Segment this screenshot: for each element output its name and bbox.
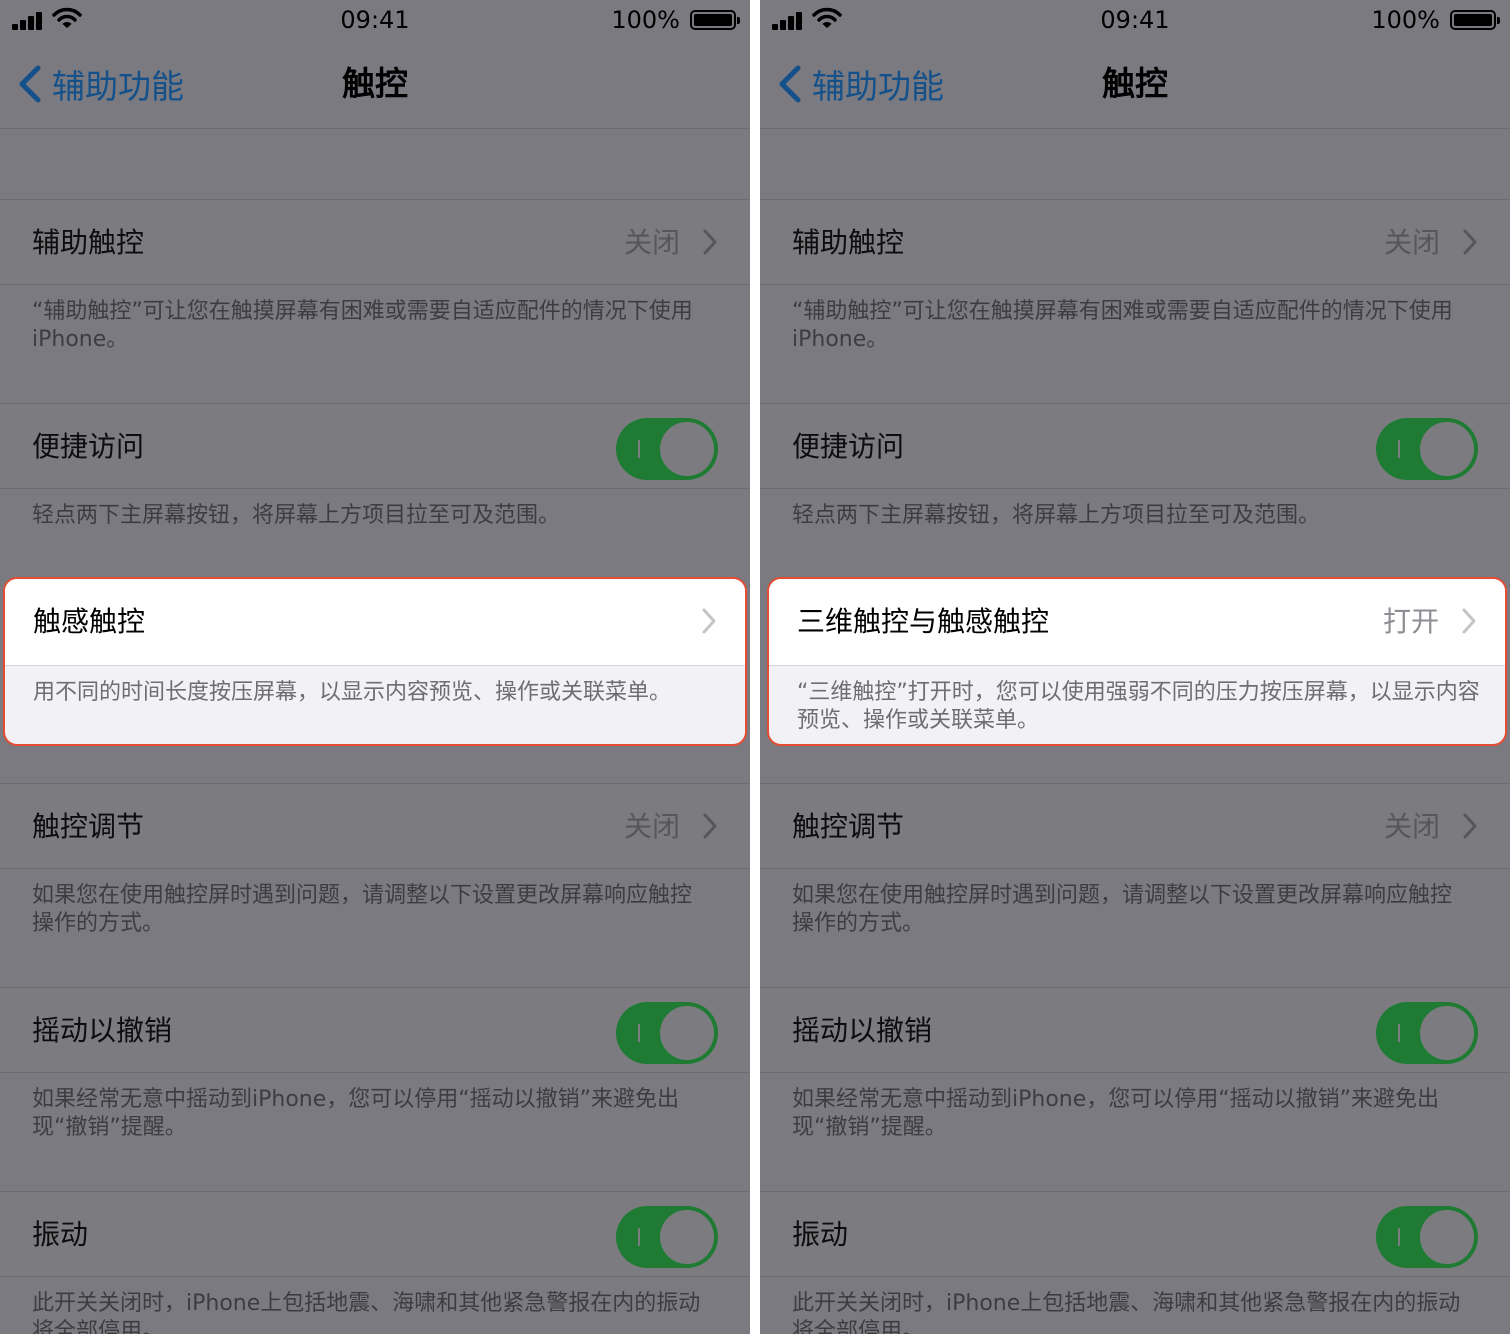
navigation-bar: 辅助功能 触控 <box>0 40 750 129</box>
shake-to-undo-footer: 如果经常无意中摇动到iPhone，您可以停用“摇动以撤销”来避免出现“撤销”提醒… <box>792 1087 1440 1140</box>
reachability-label: 便捷访问 <box>32 430 145 463</box>
vibration-label: 振动 <box>32 1218 89 1251</box>
reachability-row: 便捷访问 <box>0 403 750 489</box>
reachability-footer: 轻点两下主屏幕按钮，将屏幕上方项目拉至可及范围。 <box>32 503 561 528</box>
page-title: 触控 <box>342 64 408 103</box>
3d-touch-footer: “三维触控”打开时，您可以使用强弱不同的压力按压屏幕，以显示内容预览、操作或关联… <box>797 680 1480 733</box>
status-bar: 09:41 100% <box>760 0 1510 40</box>
vibration-row: 振动 <box>760 1191 1510 1277</box>
shake-to-undo-label: 摇动以撤销 <box>792 1014 933 1047</box>
touch-accommodations-footer: 如果您在使用触控屏时遇到问题，请调整以下设置更改屏幕响应触控操作的方式。 <box>792 883 1453 936</box>
vibration-footer: 此开关关闭时，iPhone上包括地震、海啸和其他紧急警报在内的振动将全部停用。 <box>792 1291 1461 1334</box>
battery-percentage: 100% <box>611 6 680 34</box>
touch-accommodations-value: 关闭 <box>623 810 680 843</box>
assistive-touch-footer: “辅助触控”可让您在触摸屏幕有困难或需要自适应配件的情况下使用iPhone。 <box>32 299 693 352</box>
battery-percentage: 100% <box>1371 6 1440 34</box>
assistive-touch-label: 辅助触控 <box>32 226 145 259</box>
touch-accommodations-value: 关闭 <box>1383 810 1440 843</box>
touch-accommodations-row[interactable]: 触控调节 关闭 <box>0 783 750 869</box>
assistive-touch-value: 关闭 <box>623 226 680 259</box>
reachability-row: 便捷访问 <box>760 403 1510 489</box>
touch-accommodations-label: 触控调节 <box>32 810 145 843</box>
reachability-footer: 轻点两下主屏幕按钮，将屏幕上方项目拉至可及范围。 <box>792 503 1321 528</box>
haptic-touch-row[interactable]: 触感触控 <box>5 579 745 666</box>
chevron-right-icon <box>1462 608 1476 634</box>
battery-icon <box>690 10 740 30</box>
shake-to-undo-row: 摇动以撤销 <box>760 987 1510 1073</box>
shake-to-undo-toggle[interactable] <box>1376 1002 1478 1064</box>
vibration-toggle[interactable] <box>616 1206 718 1268</box>
navigation-bar: 辅助功能 触控 <box>760 40 1510 129</box>
assistive-touch-row[interactable]: 辅助触控 关闭 <box>0 199 750 285</box>
right-phone-screen: 09:41 100% 辅助功能 触控 辅助触控 关闭 “辅助触控”可让您在触摸屏… <box>760 0 1510 1334</box>
3d-touch-label: 三维触控与触感触控 <box>797 605 1050 638</box>
chevron-right-icon <box>702 608 716 634</box>
chevron-right-icon <box>703 229 717 255</box>
shake-to-undo-label: 摇动以撤销 <box>32 1014 173 1047</box>
vibration-row: 振动 <box>0 1191 750 1277</box>
3d-touch-highlight: 三维触控与触感触控 打开 “三维触控”打开时，您可以使用强弱不同的压力按压屏幕，… <box>767 577 1507 746</box>
left-phone-screen: 09:41 100% 辅助功能 触控 辅助触控 关闭 “辅助触控”可让您在触摸屏… <box>0 0 750 1334</box>
battery-icon <box>1450 10 1500 30</box>
assistive-touch-value: 关闭 <box>1383 226 1440 259</box>
touch-accommodations-row[interactable]: 触控调节 关闭 <box>760 783 1510 869</box>
3d-touch-value: 打开 <box>1382 605 1439 638</box>
touch-accommodations-label: 触控调节 <box>792 810 905 843</box>
page-title: 触控 <box>1102 64 1168 103</box>
vibration-toggle[interactable] <box>1376 1206 1478 1268</box>
vibration-footer: 此开关关闭时，iPhone上包括地震、海啸和其他紧急警报在内的振动将全部停用。 <box>32 1291 701 1334</box>
shake-to-undo-footer: 如果经常无意中摇动到iPhone，您可以停用“摇动以撤销”来避免出现“撤销”提醒… <box>32 1087 680 1140</box>
shake-to-undo-row: 摇动以撤销 <box>0 987 750 1073</box>
haptic-touch-footer: 用不同的时间长度按压屏幕，以显示内容预览、操作或关联菜单。 <box>33 680 672 705</box>
shake-to-undo-toggle[interactable] <box>616 1002 718 1064</box>
chevron-right-icon <box>1463 813 1477 839</box>
3d-touch-row[interactable]: 三维触控与触感触控 打开 <box>769 579 1505 666</box>
touch-accommodations-footer: 如果您在使用触控屏时遇到问题，请调整以下设置更改屏幕响应触控操作的方式。 <box>32 883 693 936</box>
chevron-right-icon <box>1463 229 1477 255</box>
chevron-right-icon <box>703 813 717 839</box>
reachability-label: 便捷访问 <box>792 430 905 463</box>
assistive-touch-label: 辅助触控 <box>792 226 905 259</box>
haptic-touch-highlight: 触感触控 用不同的时间长度按压屏幕，以显示内容预览、操作或关联菜单。 <box>3 577 747 746</box>
reachability-toggle[interactable] <box>616 418 718 480</box>
reachability-toggle[interactable] <box>1376 418 1478 480</box>
vibration-label: 振动 <box>792 1218 849 1251</box>
assistive-touch-row[interactable]: 辅助触控 关闭 <box>760 199 1510 285</box>
haptic-touch-label: 触感触控 <box>33 605 146 638</box>
status-bar: 09:41 100% <box>0 0 750 40</box>
assistive-touch-footer: “辅助触控”可让您在触摸屏幕有困难或需要自适应配件的情况下使用iPhone。 <box>792 299 1453 352</box>
